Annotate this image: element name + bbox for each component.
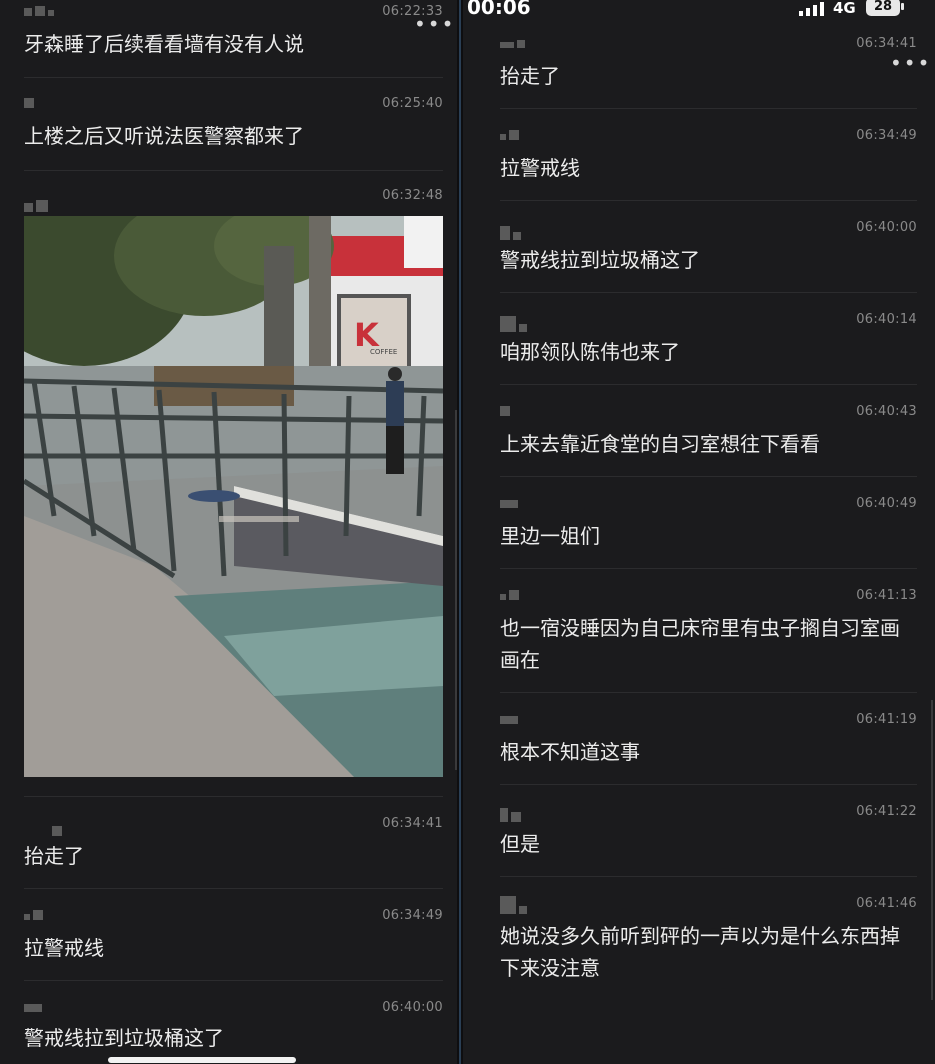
message-time: 06:40:49 bbox=[856, 496, 917, 511]
message-text: 拉警戒线 bbox=[24, 936, 104, 960]
divider bbox=[500, 292, 917, 293]
left-chat-pane: 06:22:33 牙森睡了后续看看墙有没有人说 ••• 06:25:40 上楼之… bbox=[0, 0, 457, 1064]
avatar-name-blurred bbox=[24, 1000, 42, 1012]
chat-message[interactable]: 06:40:14 咱那领队陈伟也来了 bbox=[500, 312, 917, 372]
chat-message[interactable]: 06:41:22 但是 bbox=[500, 804, 917, 864]
divider bbox=[500, 200, 917, 201]
pane-divider-line bbox=[459, 0, 461, 1064]
avatar-name-blurred bbox=[24, 96, 34, 108]
chat-message[interactable]: 06:41:19 根本不知道这事 bbox=[500, 712, 917, 772]
avatar-name-blurred bbox=[24, 188, 48, 212]
divider bbox=[24, 77, 443, 78]
chat-message[interactable]: 06:40:00 警戒线拉到垃圾桶这了 bbox=[500, 220, 917, 280]
message-time: 06:41:13 bbox=[856, 588, 917, 603]
divider bbox=[500, 692, 917, 693]
photo-scene: K COFFEE bbox=[24, 216, 443, 777]
avatar-name-blurred bbox=[500, 588, 519, 600]
chat-message[interactable]: 06:40:49 里边一姐们 bbox=[500, 496, 917, 556]
avatar-name-blurred bbox=[500, 712, 518, 724]
chat-message[interactable]: 06:34:49 拉警戒线 bbox=[24, 908, 443, 968]
avatar-name-blurred bbox=[500, 36, 525, 48]
avatar-name-blurred bbox=[500, 404, 510, 416]
message-text: 抬走了 bbox=[24, 844, 84, 868]
avatar-name-blurred bbox=[500, 804, 521, 822]
message-text: 警戒线拉到垃圾桶这了 bbox=[24, 1026, 224, 1050]
chat-message[interactable]: 06:34:41 抬走了 bbox=[24, 816, 443, 876]
chat-message[interactable]: 06:40:00 警戒线拉到垃圾桶这了 bbox=[24, 1000, 443, 1060]
message-text: 上楼之后又听说法医警察都来了 bbox=[24, 124, 304, 148]
signal-icon bbox=[799, 2, 824, 16]
avatar-name-blurred bbox=[24, 908, 43, 920]
message-text: 牙森睡了后续看看墙有没有人说 bbox=[24, 32, 304, 56]
status-bar: 00:06 4G 28 bbox=[463, 0, 935, 22]
message-text: 她说没多久前听到砰的一声以为是什么东西掉下来没注意 bbox=[500, 924, 900, 980]
chat-message[interactable]: 06:41:46 她说没多久前听到砰的一声以为是什么东西掉下来没注意 bbox=[500, 896, 917, 992]
scrollbar[interactable] bbox=[931, 700, 933, 1000]
avatar-name-blurred bbox=[24, 816, 62, 836]
message-time: 06:25:40 bbox=[382, 96, 443, 111]
divider bbox=[24, 980, 443, 981]
message-time: 06:41:22 bbox=[856, 804, 917, 819]
message-time: 06:40:43 bbox=[856, 404, 917, 419]
home-indicator[interactable] bbox=[108, 1057, 296, 1063]
divider bbox=[500, 568, 917, 569]
avatar-name-blurred bbox=[500, 896, 527, 914]
chat-message[interactable]: 06:41:13 也一宿没睡因为自己床帘里有虫子搁自习室画画在 bbox=[500, 588, 917, 684]
avatar-name-blurred bbox=[500, 496, 518, 508]
message-text: 拉警戒线 bbox=[500, 156, 580, 180]
avatar-name-blurred bbox=[24, 4, 54, 16]
avatar-name-blurred bbox=[500, 312, 527, 332]
divider bbox=[24, 170, 443, 171]
message-time: 06:41:46 bbox=[856, 896, 917, 911]
message-text: 警戒线拉到垃圾桶这了 bbox=[500, 248, 700, 272]
divider bbox=[500, 876, 917, 877]
message-time: 06:34:41 bbox=[856, 36, 917, 51]
chat-message[interactable]: 06:22:33 牙森睡了后续看看墙有没有人说 bbox=[24, 4, 443, 64]
divider bbox=[24, 888, 443, 889]
more-options-icon[interactable]: ••• bbox=[414, 14, 455, 34]
message-time: 06:40:00 bbox=[382, 1000, 443, 1015]
divider bbox=[500, 108, 917, 109]
battery-tip bbox=[901, 3, 904, 10]
chat-message[interactable]: 06:34:49 拉警戒线 bbox=[500, 128, 917, 188]
message-time: 06:34:49 bbox=[382, 908, 443, 923]
message-text: 也一宿没睡因为自己床帘里有虫子搁自习室画画在 bbox=[500, 616, 900, 672]
divider bbox=[500, 784, 917, 785]
message-time: 06:34:49 bbox=[856, 128, 917, 143]
divider bbox=[500, 476, 917, 477]
message-text: 上来去靠近食堂的自习室想往下看看 bbox=[500, 432, 820, 456]
message-text: 抬走了 bbox=[500, 64, 560, 88]
status-clock: 00:06 bbox=[467, 0, 531, 19]
divider bbox=[500, 384, 917, 385]
kfc-coffee-word: COFFEE bbox=[370, 348, 397, 356]
message-time: 06:40:00 bbox=[856, 220, 917, 235]
message-time: 06:41:19 bbox=[856, 712, 917, 727]
divider bbox=[24, 796, 443, 797]
attached-photo[interactable]: K COFFEE bbox=[24, 216, 443, 777]
avatar-name-blurred bbox=[500, 128, 519, 140]
message-text: 里边一姐们 bbox=[500, 524, 600, 548]
network-type: 4G bbox=[833, 0, 856, 17]
message-text: 咱那领队陈伟也来了 bbox=[500, 340, 680, 364]
avatar-name-blurred bbox=[500, 220, 521, 240]
chat-message[interactable]: 06:25:40 上楼之后又听说法医警察都来了 bbox=[24, 96, 443, 156]
message-time: 06:34:41 bbox=[382, 816, 443, 831]
chat-message[interactable]: 06:40:43 上来去靠近食堂的自习室想往下看看 bbox=[500, 404, 917, 464]
message-time: 06:40:14 bbox=[856, 312, 917, 327]
message-time: 06:32:48 bbox=[382, 188, 443, 203]
chat-message[interactable]: 06:34:41 抬走了 bbox=[500, 36, 917, 96]
message-text: 但是 bbox=[500, 832, 540, 856]
battery-icon: 28 bbox=[866, 0, 900, 16]
message-text: 根本不知道这事 bbox=[500, 740, 640, 764]
